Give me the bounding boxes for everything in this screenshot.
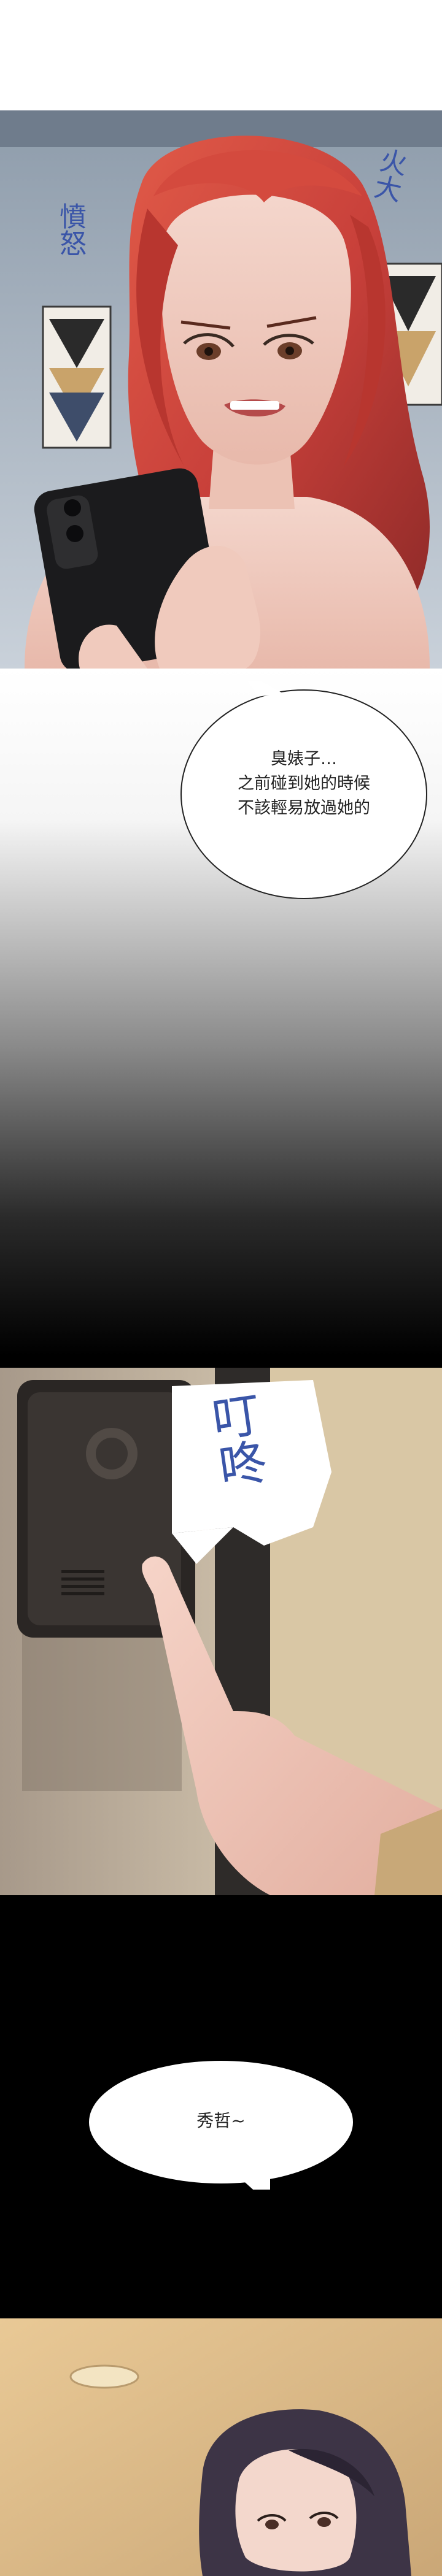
bubble-2-text: 秀哲~ bbox=[196, 2110, 246, 2131]
panel-doorbell: 叮咚 bbox=[0, 1368, 442, 1895]
panel-woman-door bbox=[0, 2318, 442, 2576]
top-margin bbox=[0, 0, 442, 110]
bubble-1-line-1: 臭婊子… bbox=[271, 749, 337, 769]
speech-bubble-2: 秀哲~ bbox=[86, 2055, 356, 2190]
bubble-1-text: 臭婊子… 之前碰到她的時候 不該輕易放過她的 bbox=[190, 747, 417, 821]
sfx-dingdong: 叮咚 bbox=[201, 1389, 269, 1492]
wall-art-left bbox=[42, 305, 112, 449]
sfx-angry-left: 憤怒 bbox=[55, 202, 86, 256]
sfx-bubble-dingdong: 叮咚 bbox=[160, 1380, 356, 1564]
webtoon-page: 憤怒 火大 臭婊子… 之前碰到她的時候 不該輕易放過她的 叮咚 秀哲~ bbox=[0, 0, 442, 2576]
panel-angry-woman: 憤怒 火大 bbox=[0, 110, 442, 669]
bubble-1-line-3: 不該輕易放過她的 bbox=[238, 799, 370, 818]
bubble-1-line-2: 之前碰到她的時候 bbox=[238, 774, 370, 793]
speech-bubble-1: 臭婊子… 之前碰到她的時候 不該輕易放過她的 bbox=[178, 681, 430, 902]
woman-door-illustration bbox=[0, 2318, 442, 2576]
black-gap-1 bbox=[0, 1355, 442, 1368]
